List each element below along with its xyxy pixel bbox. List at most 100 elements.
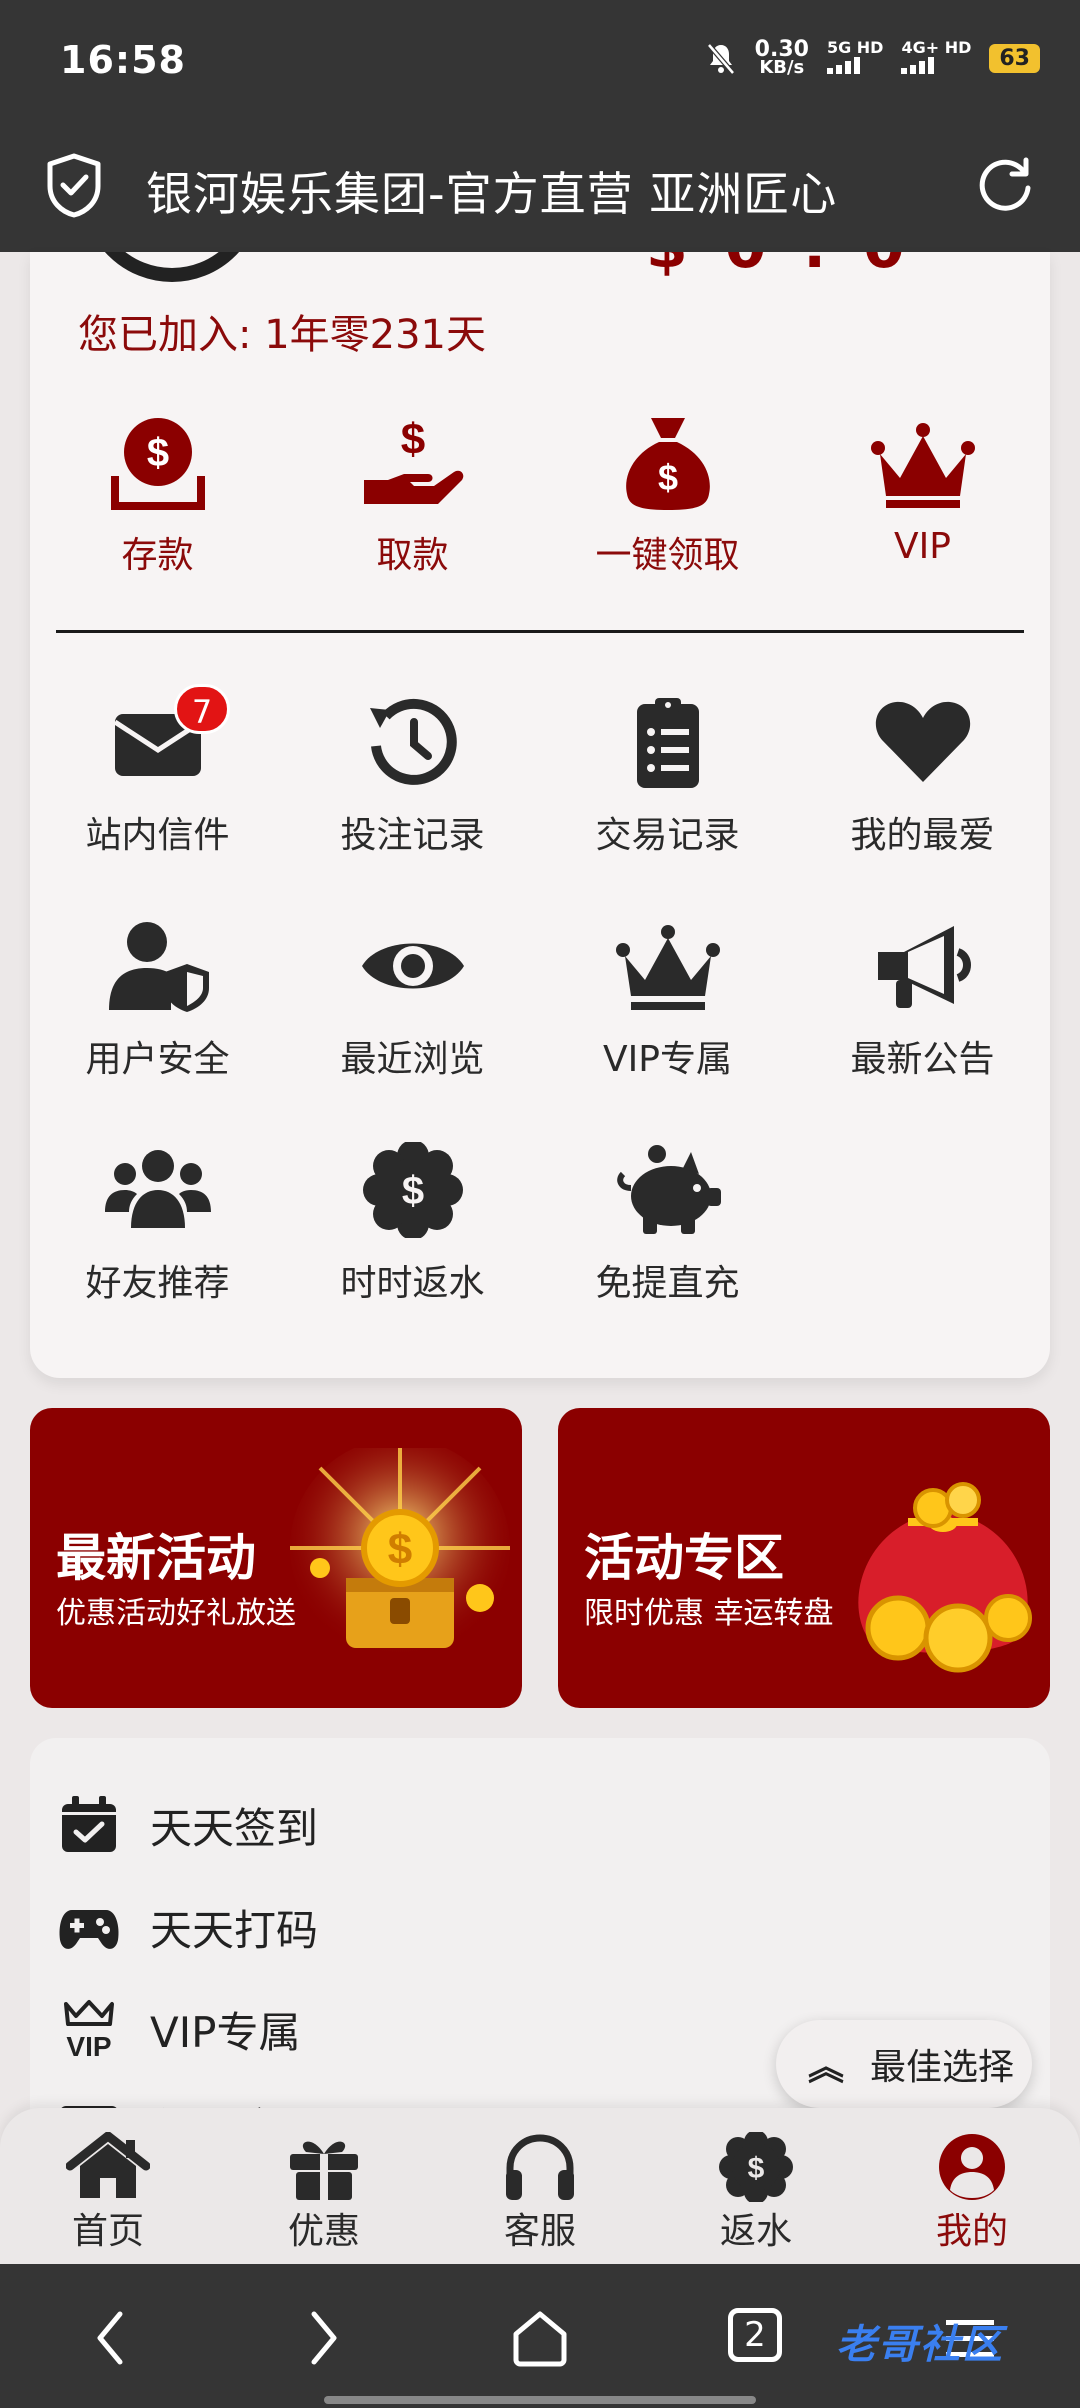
grid-item-rebate[interactable]: $ 时时返水 [285,1142,540,1306]
menu-item-label: VIP专属 [150,2007,301,2057]
vip-label: VIP [894,526,951,567]
signal-bars-icon [826,57,860,74]
signal-5g-label: 5G HD [826,38,884,57]
grid-item-label: 站内信件 [85,815,230,856]
tab-mine[interactable]: 我的 [864,2132,1080,2254]
user-circle-icon [939,2134,1005,2200]
heart-icon [875,701,970,782]
watermark-logo: 老哥社区 [836,2322,1004,2368]
crown-icon [615,925,720,1010]
grid-item-favorites[interactable]: 我的最爱 [795,694,1050,858]
grid-item-label: 投注记录 [340,815,485,856]
tab-promotions[interactable]: 优惠 [216,2132,432,2254]
vip-icon: VIP [64,2000,114,2060]
grid-item-label: 免提直充 [595,1263,740,1304]
grid-item-bet-history[interactable]: 投注记录 [285,694,540,858]
gamepad-icon [59,1910,119,1949]
tab-label: 返水 [719,2211,792,2252]
battery-indicator: 63 [989,44,1040,73]
grid-item-label: 时时返水 [340,1263,485,1304]
eye-icon [361,943,464,989]
status-bar: 16:58 0.30 KB/s 5G HD 4G+ HD 63 [0,0,1080,126]
megaphone-icon [877,926,971,1008]
tab-rebate[interactable]: $ 返水 [648,2132,864,2254]
money-bag-icon: $ [625,418,710,510]
account-card: $ 0 . 0 您已加入: 1年零231天 $ 存款 $ 取款 $ 一键领取 [30,252,1050,1378]
vip-button[interactable]: VIP [795,414,1050,567]
grid-item-label: 最近浏览 [340,1039,485,1080]
grid-item-label: VIP专属 [603,1039,732,1080]
section-divider [56,630,1024,633]
tab-label: 我的 [935,2211,1008,2252]
grid-item-transactions[interactable]: 交易记录 [540,694,795,858]
calendar-check-icon [62,1796,116,1852]
deposit-icon: $ [110,418,205,510]
withdraw-label: 取款 [376,535,449,576]
grid-item-referral[interactable]: 好友推荐 [30,1142,285,1306]
menu-item-label: 天天打码 [150,1905,319,1955]
treasure-chest-icon: $ [290,1448,510,1658]
deposit-label: 存款 [121,535,194,576]
forward-icon[interactable] [304,2308,344,2368]
grid-item-user-security[interactable]: 用户安全 [30,918,285,1082]
dollar-badge-icon: $ [719,2132,793,2202]
unread-badge: 7 [174,684,230,734]
svg-text:$: $ [388,1525,412,1574]
grid-item-direct-topup[interactable]: 免提直充 [540,1142,795,1306]
grid-item-announcements[interactable]: 最新公告 [795,918,1050,1082]
status-time: 16:58 [60,38,186,82]
menu-item-vip-exclusive[interactable]: VIP VIP专属 [58,1994,300,2064]
banner-subtitle: 限时优惠 幸运转盘 [584,1596,834,1631]
signal-4g-label: 4G+ HD [901,38,972,57]
users-icon [104,1150,211,1228]
grid-item-label: 我的最爱 [850,815,995,856]
red-money-bag-icon [858,1482,1032,1673]
menu-item-label: 天天签到 [150,1803,319,1853]
back-icon[interactable] [90,2308,130,2368]
svg-text:$: $ [400,415,424,464]
svg-text:$: $ [748,2152,765,2185]
speed-value: 0.30 [754,36,809,62]
svg-text:$: $ [401,1169,423,1213]
avatar[interactable] [82,252,262,282]
dollar-badge-icon: $ [362,1142,463,1238]
signal-bars-icon [901,57,935,74]
menu-item-daily-checkin[interactable]: 天天签到 [58,1790,318,1860]
grid-item-messages[interactable]: 7 站内信件 [30,684,285,858]
grid-item-label: 用户安全 [85,1039,230,1080]
gesture-handle[interactable] [324,2396,756,2404]
grid-item-vip-exclusive[interactable]: VIP专属 [540,918,795,1082]
withdraw-icon: $ [363,415,463,504]
tab-home[interactable]: 首页 [0,2132,216,2254]
banner-latest-promotions[interactable]: $ 最新活动 优惠活动好礼放送 [30,1408,522,1708]
history-icon [369,698,457,785]
reload-icon[interactable] [974,154,1036,216]
signal-5g: 5G HD [826,38,884,77]
network-speed: 0.30 KB/s [754,36,809,78]
tabs-button[interactable]: 2 [728,2308,782,2362]
tab-label: 优惠 [287,2211,360,2252]
piggy-bank-icon [616,1145,721,1234]
banner-promo-zone[interactable]: 活动专区 限时优惠 幸运转盘 [558,1408,1050,1708]
bottom-tab-bar: 首页 优惠 客服 $ 返水 我的 [0,2108,1080,2264]
grid-item-recent[interactable]: 最近浏览 [285,918,540,1082]
claim-all-label: 一键领取 [595,535,740,576]
status-right: 0.30 KB/s 5G HD 4G+ HD 63 [705,36,1040,78]
tab-support[interactable]: 客服 [432,2132,648,2254]
shield-check-icon[interactable] [44,152,104,218]
best-choice-button[interactable]: ︽ 最佳选择 [776,2020,1032,2108]
best-choice-label: 最佳选择 [870,2047,1015,2088]
browser-title-bar: 银河娱乐集团-官方直营 亚洲匠心 [0,126,1080,252]
claim-all-button[interactable]: $ 一键领取 [540,414,795,578]
home-nav-icon[interactable] [510,2308,570,2368]
menu-item-daily-wager[interactable]: 天天打码 [58,1892,318,1962]
user-shield-icon [108,922,209,1012]
speed-unit: KB/s [759,56,805,78]
withdraw-button[interactable]: $ 取款 [285,414,540,578]
deposit-button[interactable]: $ 存款 [30,414,285,578]
membership-duration: 您已加入: 1年零231天 [78,312,486,358]
crown-icon [870,423,975,508]
signal-4g: 4G+ HD [901,40,971,77]
grid-item-label: 最新公告 [850,1039,995,1080]
tab-label: 首页 [71,2211,144,2252]
